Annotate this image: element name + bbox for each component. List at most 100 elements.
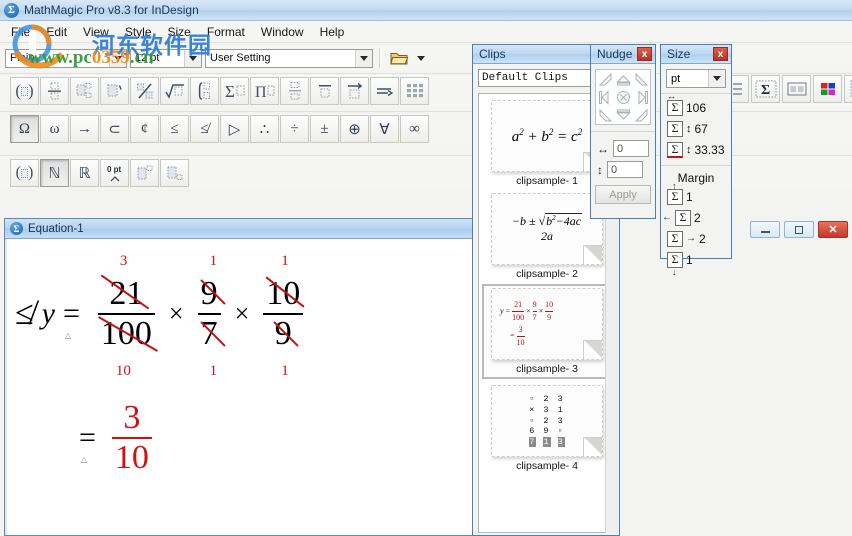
chevron-down-icon[interactable] <box>708 70 725 87</box>
color-palette-button[interactable] <box>813 75 842 103</box>
multiply-operator-2: × <box>234 299 250 328</box>
palette-button-infinity-symbol[interactable]: ∞ <box>400 115 429 143</box>
nudge-vertical-field[interactable]: ↕ 0 <box>597 161 651 178</box>
palette-button-less-than-or-equal-symbol[interactable]: ≤ <box>160 115 189 143</box>
nudge-down-right-button[interactable] <box>632 106 650 124</box>
nudge-right-button[interactable] <box>632 88 650 106</box>
nudge-down-button[interactable] <box>614 106 632 124</box>
sigma-icon: Σ <box>667 251 683 268</box>
clip-item-4[interactable]: ▫ 2 3 × 3 1 ▫ 2 3 6 9 ▫ 7 1 3 clipsample… <box>484 385 610 472</box>
nudge-panel-titlebar: Nudge x <box>591 45 655 64</box>
palette-button-integral-template[interactable] <box>190 77 219 105</box>
palette-button-zero-pt-spacing[interactable]: 0 pt <box>100 159 129 187</box>
palette-button-matrix-template[interactable] <box>400 77 429 105</box>
menu-item-help[interactable]: Help <box>312 22 353 42</box>
palette-button-not-less-than-or-equal-symbol[interactable]: ≰ <box>190 115 219 143</box>
palette-button-triangle-right-symbol[interactable]: ▷ <box>220 115 249 143</box>
palette-button-fraction-template[interactable] <box>40 77 69 105</box>
nudge-up-button[interactable] <box>614 70 632 88</box>
chevron-down-icon[interactable] <box>414 48 428 69</box>
palette-button-superscript-box[interactable] <box>130 159 159 187</box>
palette-button-division-symbol[interactable]: ÷ <box>280 115 309 143</box>
palette-button-blackboard-n[interactable]: ℕ <box>40 159 69 187</box>
nudge-horizontal-value[interactable]: 0 <box>613 140 649 157</box>
palette-button-plus-minus-symbol[interactable]: ± <box>310 115 339 143</box>
fraction-1: 21 100 <box>97 277 155 351</box>
folder-open-icon[interactable] <box>387 48 411 69</box>
palette-button-circled-plus-symbol[interactable]: ⊕ <box>340 115 369 143</box>
close-button[interactable]: ✕ <box>818 221 848 238</box>
sigma-app-icon: Σ <box>4 2 19 18</box>
insertion-marker: △ <box>81 455 88 464</box>
menu-item-edit[interactable]: Edit <box>38 22 75 42</box>
nudge-left-button[interactable] <box>596 88 614 106</box>
sigma-icon: Σ <box>667 99 683 116</box>
palette-button-therefore-symbol[interactable]: ∴ <box>250 115 279 143</box>
palette-button-radical-template[interactable] <box>160 77 189 105</box>
equation-line-1: ≰ y = △ 3 21 100 10 <box>15 253 305 379</box>
menu-item-format[interactable]: Format <box>199 22 253 42</box>
palette-button-prime-template[interactable] <box>100 77 129 105</box>
clip-item-3[interactable]: y = 21 100 × 9 7 × 10 9 = 3 10 clipsampl… <box>482 284 612 379</box>
equation-line-2: = △ 3 10 <box>79 401 152 475</box>
apply-button[interactable]: Apply <box>595 185 651 204</box>
close-icon[interactable]: x <box>637 47 652 61</box>
equation-canvas[interactable]: ≰ y = △ 3 21 100 10 <box>5 239 475 535</box>
size-baseline-row: Σ ↕ 33.33 <box>661 139 731 160</box>
cancel-numerator-3: 1 <box>281 253 289 269</box>
nudge-reset-button[interactable] <box>614 88 632 106</box>
fraction-3: 10 9 <box>263 275 304 351</box>
menu-item-style[interactable]: Style <box>117 22 160 42</box>
menu-item-window[interactable]: Window <box>253 22 312 42</box>
nudge-down-left-button[interactable] <box>596 106 614 124</box>
move-tool-button[interactable] <box>844 75 852 103</box>
chevron-down-icon[interactable] <box>109 49 126 67</box>
arrow-right-icon: → <box>686 233 696 244</box>
size-unit-combo[interactable]: pt <box>666 69 726 88</box>
nudge-horizontal-field[interactable]: ↔ 0 <box>597 140 651 157</box>
size-width-value: 106 <box>686 100 707 115</box>
palette-button-uppercase-greek-omega[interactable]: Ω <box>10 115 39 143</box>
size-combo[interactable]: 12 pt <box>130 48 202 68</box>
palette-button-underover-template[interactable] <box>280 77 309 105</box>
menu-item-view[interactable]: View <box>75 22 117 42</box>
palette-button-overbar-template[interactable] <box>310 77 339 105</box>
palette-button-for-all-symbol[interactable]: ∀ <box>370 115 399 143</box>
equation-relation-1: = △ <box>63 297 80 340</box>
horizontal-arrows-icon: ↔ <box>667 90 676 101</box>
nudge-up-right-button[interactable] <box>632 70 650 88</box>
palette-button-subscript-superscript-template[interactable] <box>70 77 99 105</box>
palette-button-blackboard-r[interactable]: ℝ <box>70 159 99 187</box>
insert-equation-button[interactable]: Σ <box>751 75 780 103</box>
palette-button-subscript-box[interactable] <box>160 159 189 187</box>
nudge-up-left-button[interactable] <box>596 70 614 88</box>
arrow-left-icon: ← <box>662 212 672 223</box>
palette-button-lowercase-greek-omega[interactable]: ω <box>40 115 69 143</box>
equation-variable: y <box>41 297 55 330</box>
palette-button-fence-template[interactable]: () <box>10 77 39 105</box>
palette-button-not-divides-symbol[interactable]: ¢ <box>130 115 159 143</box>
size-panel-titlebar: Size x <box>661 45 731 64</box>
nudge-vertical-value[interactable]: 0 <box>607 161 643 178</box>
palette-button-vector-arrow-template[interactable] <box>340 77 369 105</box>
palette-button-summation-template[interactable]: Σ <box>220 77 249 105</box>
menu-item-file[interactable]: File <box>3 22 38 42</box>
palette-button-fence-style[interactable]: () <box>10 159 39 187</box>
svg-text:Π: Π <box>255 84 267 101</box>
preset-combo[interactable]: User Setting <box>205 48 373 68</box>
palette-button-arrow-label-template[interactable] <box>370 77 399 105</box>
menu-item-size[interactable]: Size <box>160 22 199 42</box>
palette-button-subset-symbol[interactable]: ⊂ <box>100 115 129 143</box>
style-combo[interactable]: Plain <box>5 48 127 68</box>
palette-button-slash-fraction-template[interactable] <box>130 77 159 105</box>
palette-button-product-template[interactable]: Π <box>250 77 279 105</box>
palette-button-right-arrow-symbol[interactable]: → <box>70 115 99 143</box>
restore-button[interactable] <box>784 221 814 238</box>
numerator-3: 10 <box>266 275 301 312</box>
sigma-icon: Σ <box>675 209 691 226</box>
close-icon[interactable]: x <box>713 47 728 61</box>
chevron-down-icon[interactable] <box>184 49 201 67</box>
chevron-down-icon[interactable] <box>355 49 372 67</box>
two-pane-button[interactable] <box>782 75 811 103</box>
minimize-button[interactable] <box>750 221 780 238</box>
